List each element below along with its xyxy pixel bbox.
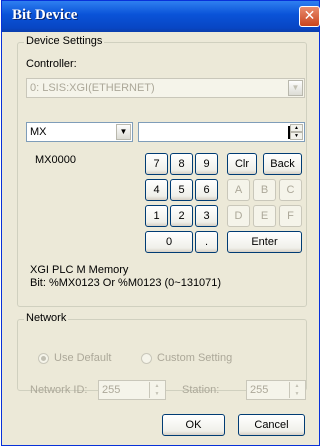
dialog-title: Bit Device [12,7,78,23]
hint-line-2: Bit: %MX0123 Or %M0123 (0~131071) [30,277,222,289]
chevron-down-icon: ▼ [288,80,303,96]
network-id-spinner[interactable]: ▲ ▼ [149,382,164,398]
key-5[interactable]: 5 [170,179,193,201]
key-e[interactable]: E [253,205,276,227]
key-a[interactable]: A [227,179,250,201]
device-type-select[interactable]: MX ▼ [26,122,133,142]
station-field[interactable]: 255 ▲ ▼ [246,380,306,400]
network-id-label: Network ID: [30,384,88,396]
use-default-label: Use Default [54,352,112,364]
spin-down-icon[interactable]: ▼ [290,132,303,140]
key-c[interactable]: C [279,179,302,201]
key-9[interactable]: 9 [195,153,218,175]
device-settings-legend: Device Settings [24,35,105,47]
key-6[interactable]: 6 [195,179,218,201]
close-icon: ✕ [303,8,316,24]
enter-button[interactable]: Enter [227,231,302,253]
station-label: Station: [182,384,220,396]
network-legend: Network [24,312,69,324]
hint-line-1: XGI PLC M Memory [30,264,129,276]
controller-select: 0: LSIS:XGI(ETHERNET) ▼ [26,78,305,98]
cancel-button[interactable]: Cancel [238,414,305,436]
network-id-field[interactable]: 255 ▲ ▼ [98,380,166,400]
key-f[interactable]: F [279,205,302,227]
station-spinner[interactable]: ▲ ▼ [289,382,304,398]
device-hint: XGI PLC M Memory Bit: %MX0123 Or %M0123 … [30,264,221,290]
key-7[interactable]: 7 [145,153,168,175]
clear-button[interactable]: Clr [227,153,257,175]
key-0[interactable]: 0 [145,231,193,253]
title-bar[interactable]: Bit Device ✕ [2,1,320,32]
key-1[interactable]: 1 [145,205,168,227]
controller-label: Controller: [26,58,77,70]
back-button[interactable]: Back [263,153,302,175]
key-decimal[interactable]: . [195,231,218,253]
address-spinner[interactable]: ▲ ▼ [290,124,303,141]
device-address-input[interactable]: ▲ ▼ [138,122,305,142]
key-8[interactable]: 8 [170,153,193,175]
bit-device-dialog: Bit Device ✕ Device Settings Controller:… [1,0,320,446]
device-preview: MX0000 [35,154,76,166]
key-3[interactable]: 3 [195,205,218,227]
key-b[interactable]: B [253,179,276,201]
key-d[interactable]: D [227,205,250,227]
close-button[interactable]: ✕ [299,6,320,27]
key-2[interactable]: 2 [170,205,193,227]
chevron-down-icon[interactable]: ▼ [116,124,131,140]
ok-button[interactable]: OK [162,414,225,436]
custom-setting-label: Custom Setting [157,352,233,364]
custom-setting-radio[interactable] [141,353,152,364]
key-4[interactable]: 4 [145,179,168,201]
use-default-radio[interactable] [38,353,49,364]
spin-up-icon[interactable]: ▲ [290,124,303,132]
